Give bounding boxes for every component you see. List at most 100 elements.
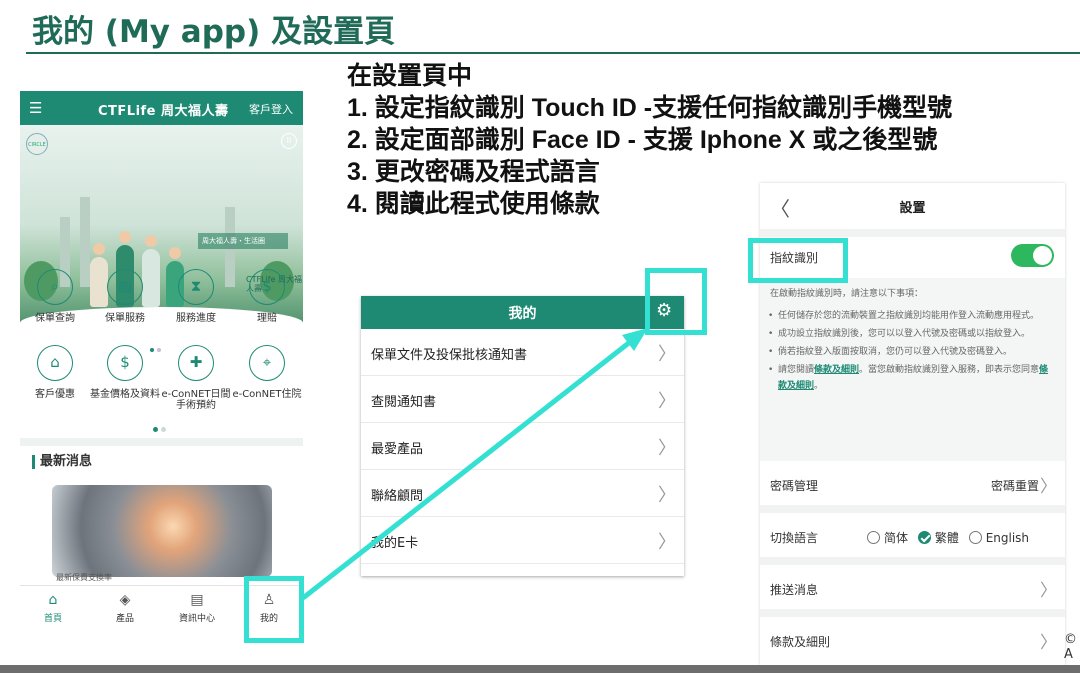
section-divider <box>760 557 1065 565</box>
service-label: 客戶優惠 <box>35 389 75 400</box>
service-fund-prices[interactable]: $ 基金價格及資料 <box>90 345 160 400</box>
list-item[interactable]: 保單文件及投保批核通知書 〉 <box>361 329 684 376</box>
note-item: 成功設立指紋識別後，您可以以登入代號及密碼或以指紋登入。 <box>766 326 1051 342</box>
service-policy-services[interactable]: ▤ 保單服務 <box>90 269 160 324</box>
service-label: 保單查詢 <box>35 313 75 324</box>
note-item-terms: 請您閱讀條款及細則。當您啟動指紋識別登入服務，即表示您同意條款及細則。 <box>766 362 1051 394</box>
list-item-label: 聯絡顧問 <box>371 489 424 504</box>
toggle-knob <box>1033 246 1052 265</box>
service-label: 基金價格及資料 <box>90 389 160 400</box>
home-screen: ☰ CTFLife 周大福人壽 客戶登入 CIRCLE II 周大福人壽・生活圈… <box>20 91 303 643</box>
section-divider <box>20 438 303 446</box>
circle-logo: CIRCLE <box>26 133 48 155</box>
chevron-right-icon: 〉 <box>658 485 676 506</box>
list-item-label: 最愛產品 <box>371 442 424 457</box>
push-label: 推送消息 <box>770 583 819 597</box>
nav-info-center[interactable]: ▤ 資訊中心 <box>172 592 222 624</box>
news-image[interactable] <box>52 485 272 577</box>
nav-products[interactable]: ◈ 產品 <box>100 592 150 624</box>
password-reset-link[interactable]: 密碼重置 <box>991 477 1039 494</box>
news-section-title: 最新消息 <box>32 455 92 469</box>
highlight-fingerprint <box>748 238 848 283</box>
instruction-step-1: 1. 設定指紋識別 Touch ID -支援任何指紋識別手機型號 <box>347 94 953 122</box>
service-label: 理賠 <box>257 313 277 324</box>
highlight-gear-button <box>645 268 707 335</box>
terms-link[interactable]: 條款及細則 <box>814 365 859 375</box>
document-icon: ▤ <box>107 269 143 305</box>
section-divider <box>760 609 1065 617</box>
list-item[interactable]: 查閱通知書 〉 <box>361 376 684 423</box>
banner-caption: 周大福人壽・生活圈 <box>198 233 288 249</box>
bottom-bar <box>0 665 1080 673</box>
chevron-right-icon: 〉 <box>1040 477 1057 497</box>
chevron-right-icon: 〉 <box>658 438 676 459</box>
my-app-screen: 我的 ⚙ 保單文件及投保批核通知書 〉 查閱通知書 〉 最愛產品 〉 聯絡顧問 … <box>361 296 684 576</box>
instruction-step-2: 2. 設定面部識別 Face ID - 支援 Iphone X 或之後型號 <box>347 126 938 154</box>
shield-dollar-icon: $ <box>249 269 285 305</box>
language-option-label: 繁體 <box>934 531 959 545</box>
note-text: 請您閱讀 <box>778 365 815 375</box>
password-label: 密碼管理 <box>770 479 819 493</box>
language-option-label: English <box>985 531 1030 545</box>
section-divider <box>760 229 1065 237</box>
service-progress[interactable]: ⧗ 服務進度 <box>161 269 231 324</box>
service-econnet-hospital[interactable]: ⌖ e-ConNET住院 <box>232 345 302 400</box>
list-item-label: 查閱通知書 <box>371 395 437 410</box>
chevron-right-icon: 〉 <box>658 532 676 553</box>
fingerprint-toggle[interactable] <box>1011 244 1054 267</box>
section-divider <box>760 505 1065 513</box>
note-text: 。當您啟動指紋識別登入服務，即表示您同意 <box>859 365 1040 375</box>
pause-icon[interactable]: II <box>281 133 297 149</box>
language-option-english[interactable]: English <box>963 531 1029 545</box>
note-text: 。 <box>814 381 824 391</box>
news-caption: 最新保費支換率 <box>56 573 112 582</box>
stray-text: © A <box>1064 632 1077 662</box>
login-link[interactable]: 客戶登入 <box>249 101 293 117</box>
fingerprint-notes: 在啟動指紋識別時，請注意以下事項： 任何儲存於您的流動裝置之指紋識別均能用作登入… <box>760 278 1065 461</box>
my-app-header: 我的 ⚙ <box>361 296 684 329</box>
service-label: 服務進度 <box>176 313 216 324</box>
service-policy-inquiry[interactable]: ⌕ 保單查詢 <box>20 269 90 324</box>
service-customer-offers[interactable]: ⌂ 客戶優惠 <box>20 345 90 400</box>
note-item: 任何儲存於您的流動裝置之指紋識別均能用作登入流動應用程式。 <box>766 308 1051 324</box>
language-options: 简体 繁體 English <box>861 529 1029 546</box>
chevron-right-icon: 〉 <box>1040 633 1057 653</box>
notes-intro: 在啟動指紋識別時，請注意以下事項： <box>770 289 924 299</box>
language-option-traditional[interactable]: 繁體 <box>912 531 959 545</box>
hamburger-menu-icon[interactable]: ☰ <box>29 99 42 117</box>
language-row: 切換語言 简体 繁體 English <box>760 515 1065 557</box>
service-label: e-ConNET日間手術預約 <box>161 389 231 411</box>
service-label: 保單服務 <box>105 313 145 324</box>
search-icon: ⌕ <box>37 269 73 305</box>
service-label: e-ConNET住院 <box>232 389 302 400</box>
nav-label: 首頁 <box>43 614 62 624</box>
service-claims[interactable]: $ 理賠 <box>232 269 302 324</box>
terms-row[interactable]: 條款及細則 〉 <box>760 619 1065 661</box>
settings-title: 設置 <box>899 201 926 216</box>
brand-logo: CTFLife 周大福人壽 <box>98 104 229 119</box>
list-item-label: 保單文件及投保批核通知書 <box>371 348 528 363</box>
news-icon: ▤ <box>190 592 204 608</box>
radio-icon <box>867 531 880 544</box>
list-item[interactable]: 最愛產品 〉 <box>361 423 684 470</box>
nav-home[interactable]: ⌂ 首頁 <box>28 592 78 624</box>
my-app-title: 我的 <box>508 306 537 322</box>
home-header: ☰ CTFLife 周大福人壽 客戶登入 <box>20 91 303 125</box>
highlight-my-app-tab <box>244 576 304 643</box>
list-item[interactable]: 聯絡顧問 〉 <box>361 470 684 517</box>
chevron-right-icon: 〉 <box>658 344 676 365</box>
radio-icon <box>968 531 982 544</box>
service-econnet-day-surgery[interactable]: ✚ e-ConNET日間手術預約 <box>161 345 231 411</box>
language-option-simplified[interactable]: 简体 <box>861 531 908 545</box>
booking-icon: ✚ <box>178 345 214 381</box>
nav-label: 資訊中心 <box>178 614 215 624</box>
list-item[interactable]: 我的E卡 〉 <box>361 517 684 564</box>
language-label: 切換語言 <box>770 531 819 545</box>
service-pagination <box>153 417 169 436</box>
terms-label: 條款及細則 <box>770 635 831 649</box>
hourglass-icon: ⧗ <box>178 269 214 305</box>
list-item-label: 我的E卡 <box>371 536 419 551</box>
push-notification-row[interactable]: 推送消息 〉 <box>760 567 1065 609</box>
chevron-right-icon: 〉 <box>658 391 676 412</box>
password-management-row[interactable]: 密碼管理 密碼重置 〉 <box>760 463 1065 505</box>
